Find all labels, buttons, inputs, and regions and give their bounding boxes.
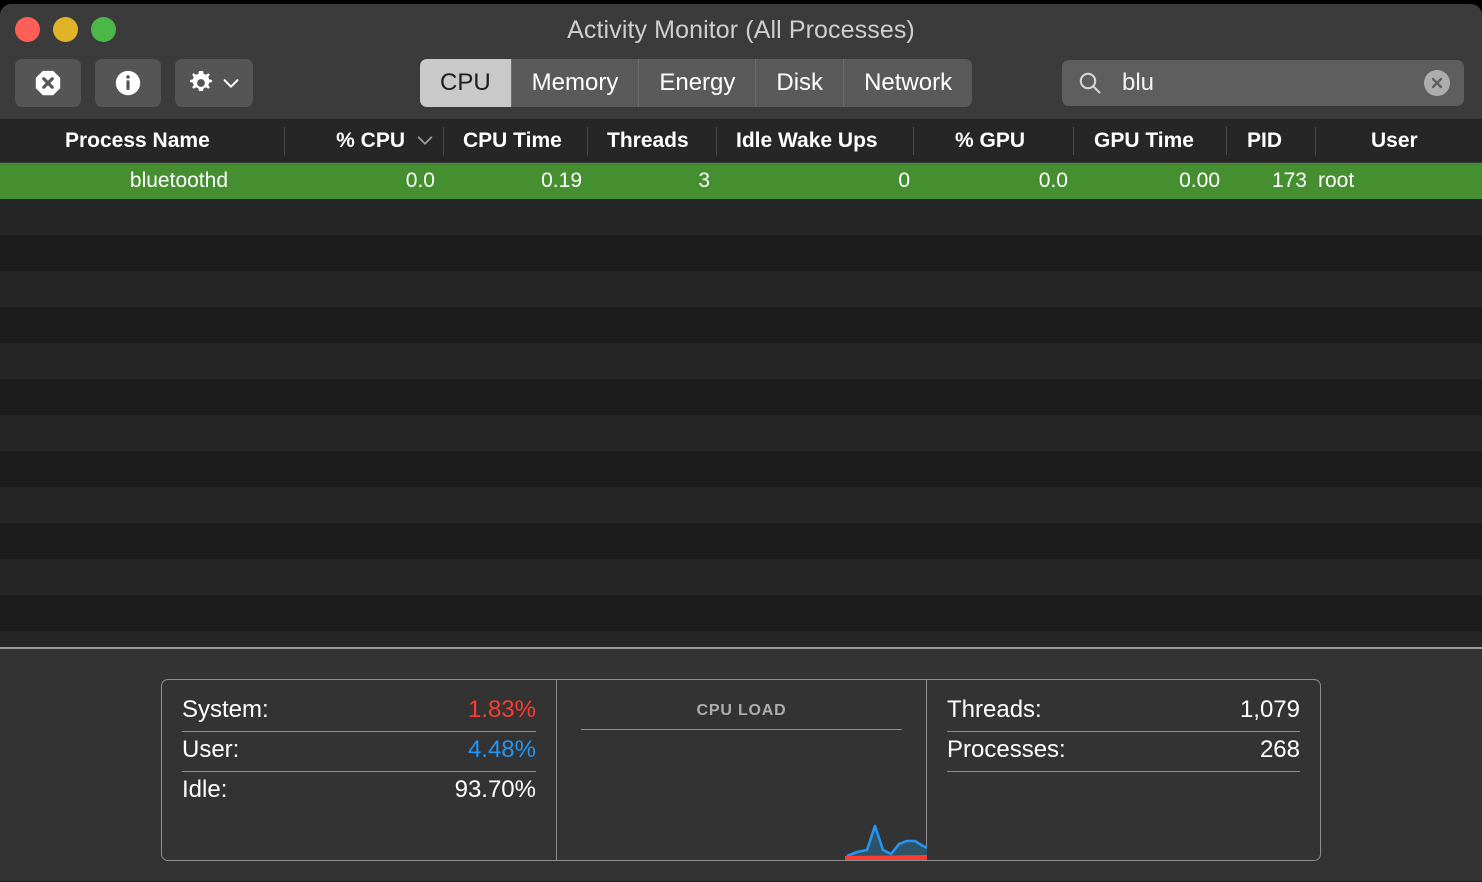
table-row-empty — [0, 235, 1482, 271]
cell-pid: 173 — [1271, 169, 1307, 192]
column-header-gpu-percent[interactable]: % GPU — [955, 119, 1025, 163]
column-divider[interactable] — [913, 127, 914, 155]
table-row-empty — [0, 199, 1482, 235]
footer-stats-bar: System: 1.83% User: 4.48% Idle: 93.70% C… — [0, 647, 1482, 881]
table-row-empty — [0, 379, 1482, 415]
tab-network[interactable]: Network — [844, 59, 972, 107]
cell-gpu-time: 0.00 — [1179, 169, 1220, 192]
table-row-empty — [0, 559, 1482, 595]
table-row-empty — [0, 595, 1482, 631]
column-divider[interactable] — [716, 127, 717, 155]
stat-row-idle: Idle: 93.70% — [182, 772, 536, 811]
column-header-idle-wake-ups[interactable]: Idle Wake Ups — [736, 119, 878, 163]
cell-user: root — [1318, 169, 1355, 192]
table-row-empty — [0, 307, 1482, 343]
stat-value-system: 1.83% — [467, 696, 536, 723]
cpu-load-graph — [845, 824, 927, 860]
stat-value-idle: 93.70% — [454, 776, 536, 803]
toolbar: CPU Memory Energy Disk Network blu — [0, 56, 1482, 119]
table-row-empty — [0, 271, 1482, 307]
stats-container: System: 1.83% User: 4.48% Idle: 93.70% C… — [161, 679, 1321, 861]
process-counts-panel: Threads: 1,079 Processes: 268 — [927, 680, 1320, 860]
column-header-cpu-percent[interactable]: % CPU — [305, 119, 405, 163]
column-divider[interactable] — [443, 127, 444, 155]
search-clear-button[interactable] — [1424, 70, 1450, 96]
inspect-process-button[interactable] — [95, 59, 161, 107]
cell-threads: 3 — [698, 169, 710, 192]
view-tab-group: CPU Memory Energy Disk Network — [420, 59, 973, 107]
stat-row-processes: Processes: 268 — [947, 732, 1300, 772]
search-icon — [1079, 72, 1101, 94]
table-row-empty — [0, 631, 1482, 647]
cpu-load-title: CPU LOAD — [696, 702, 787, 719]
column-header-user[interactable]: User — [1371, 119, 1418, 163]
column-header-cpu-time[interactable]: CPU Time — [463, 119, 562, 163]
search-input[interactable]: blu — [1122, 69, 1424, 97]
cell-process-name: bluetoothd — [129, 169, 228, 192]
table-row-empty — [0, 487, 1482, 523]
stat-value-processes: 268 — [1259, 736, 1300, 763]
tab-energy[interactable]: Energy — [639, 59, 757, 107]
stat-label-threads: Threads: — [947, 696, 1042, 723]
cpu-load-user-area — [847, 826, 927, 860]
stat-row-system: System: 1.83% — [182, 692, 536, 732]
cell-cpu-percent: 0.0 — [405, 169, 435, 192]
stop-octagon-x-icon — [35, 70, 61, 96]
process-table-body[interactable]: bluetoothd 0.0 0.19 3 0 0.0 0.00 173 roo… — [0, 163, 1482, 647]
cpu-load-divider — [581, 729, 902, 730]
column-header-threads[interactable]: Threads — [607, 119, 689, 163]
stat-value-user: 4.48% — [467, 736, 536, 763]
table-row-empty — [0, 415, 1482, 451]
quit-process-button[interactable] — [15, 59, 81, 107]
table-row-empty — [0, 343, 1482, 379]
cpu-usage-panel: System: 1.83% User: 4.48% Idle: 93.70% — [162, 680, 557, 860]
column-header-process-name[interactable]: Process Name — [65, 119, 210, 163]
stat-row-threads: Threads: 1,079 — [947, 692, 1300, 732]
column-header-pid[interactable]: PID — [1247, 119, 1282, 163]
column-header-gpu-time[interactable]: GPU Time — [1094, 119, 1194, 163]
clear-circle-x-icon — [1431, 77, 1443, 89]
activity-monitor-window: Activity Monitor (All Processes) CPU Mem… — [0, 4, 1482, 882]
column-divider[interactable] — [1315, 127, 1316, 155]
cell-cpu-time: 0.19 — [541, 169, 582, 192]
table-row-empty — [0, 523, 1482, 559]
chevron-down-icon[interactable] — [414, 133, 436, 149]
stat-label-system: System: — [182, 696, 269, 723]
tab-memory[interactable]: Memory — [512, 59, 640, 107]
column-divider[interactable] — [587, 127, 588, 155]
window-titlebar: Activity Monitor (All Processes) — [0, 4, 1482, 56]
stat-value-threads: 1,079 — [1239, 696, 1300, 723]
info-circle-icon — [115, 70, 141, 96]
process-table-header: Process Name % CPU CPU Time Threads Idle… — [0, 119, 1482, 163]
chevron-down-icon — [223, 79, 239, 88]
table-row-empty — [0, 451, 1482, 487]
cell-idle-wake-ups: 0 — [898, 169, 910, 192]
column-divider[interactable] — [1073, 127, 1074, 155]
column-divider[interactable] — [284, 127, 285, 155]
gear-icon — [189, 71, 213, 92]
window-title: Activity Monitor (All Processes) — [567, 16, 915, 44]
stat-row-user: User: 4.48% — [182, 732, 536, 772]
cell-gpu-percent: 0.0 — [1038, 169, 1068, 192]
tab-disk[interactable]: Disk — [756, 59, 845, 107]
settings-menu-button[interactable] — [175, 59, 253, 107]
search-field[interactable]: blu — [1062, 60, 1464, 106]
table-row[interactable]: bluetoothd 0.0 0.19 3 0 0.0 0.00 173 roo… — [0, 163, 1482, 199]
column-divider[interactable] — [1226, 127, 1227, 155]
stat-label-user: User: — [182, 736, 240, 763]
tab-cpu[interactable]: CPU — [420, 59, 512, 107]
stat-label-processes: Processes: — [947, 736, 1066, 763]
stat-label-idle: Idle: — [182, 776, 228, 803]
cpu-load-panel: CPU LOAD — [557, 680, 927, 860]
